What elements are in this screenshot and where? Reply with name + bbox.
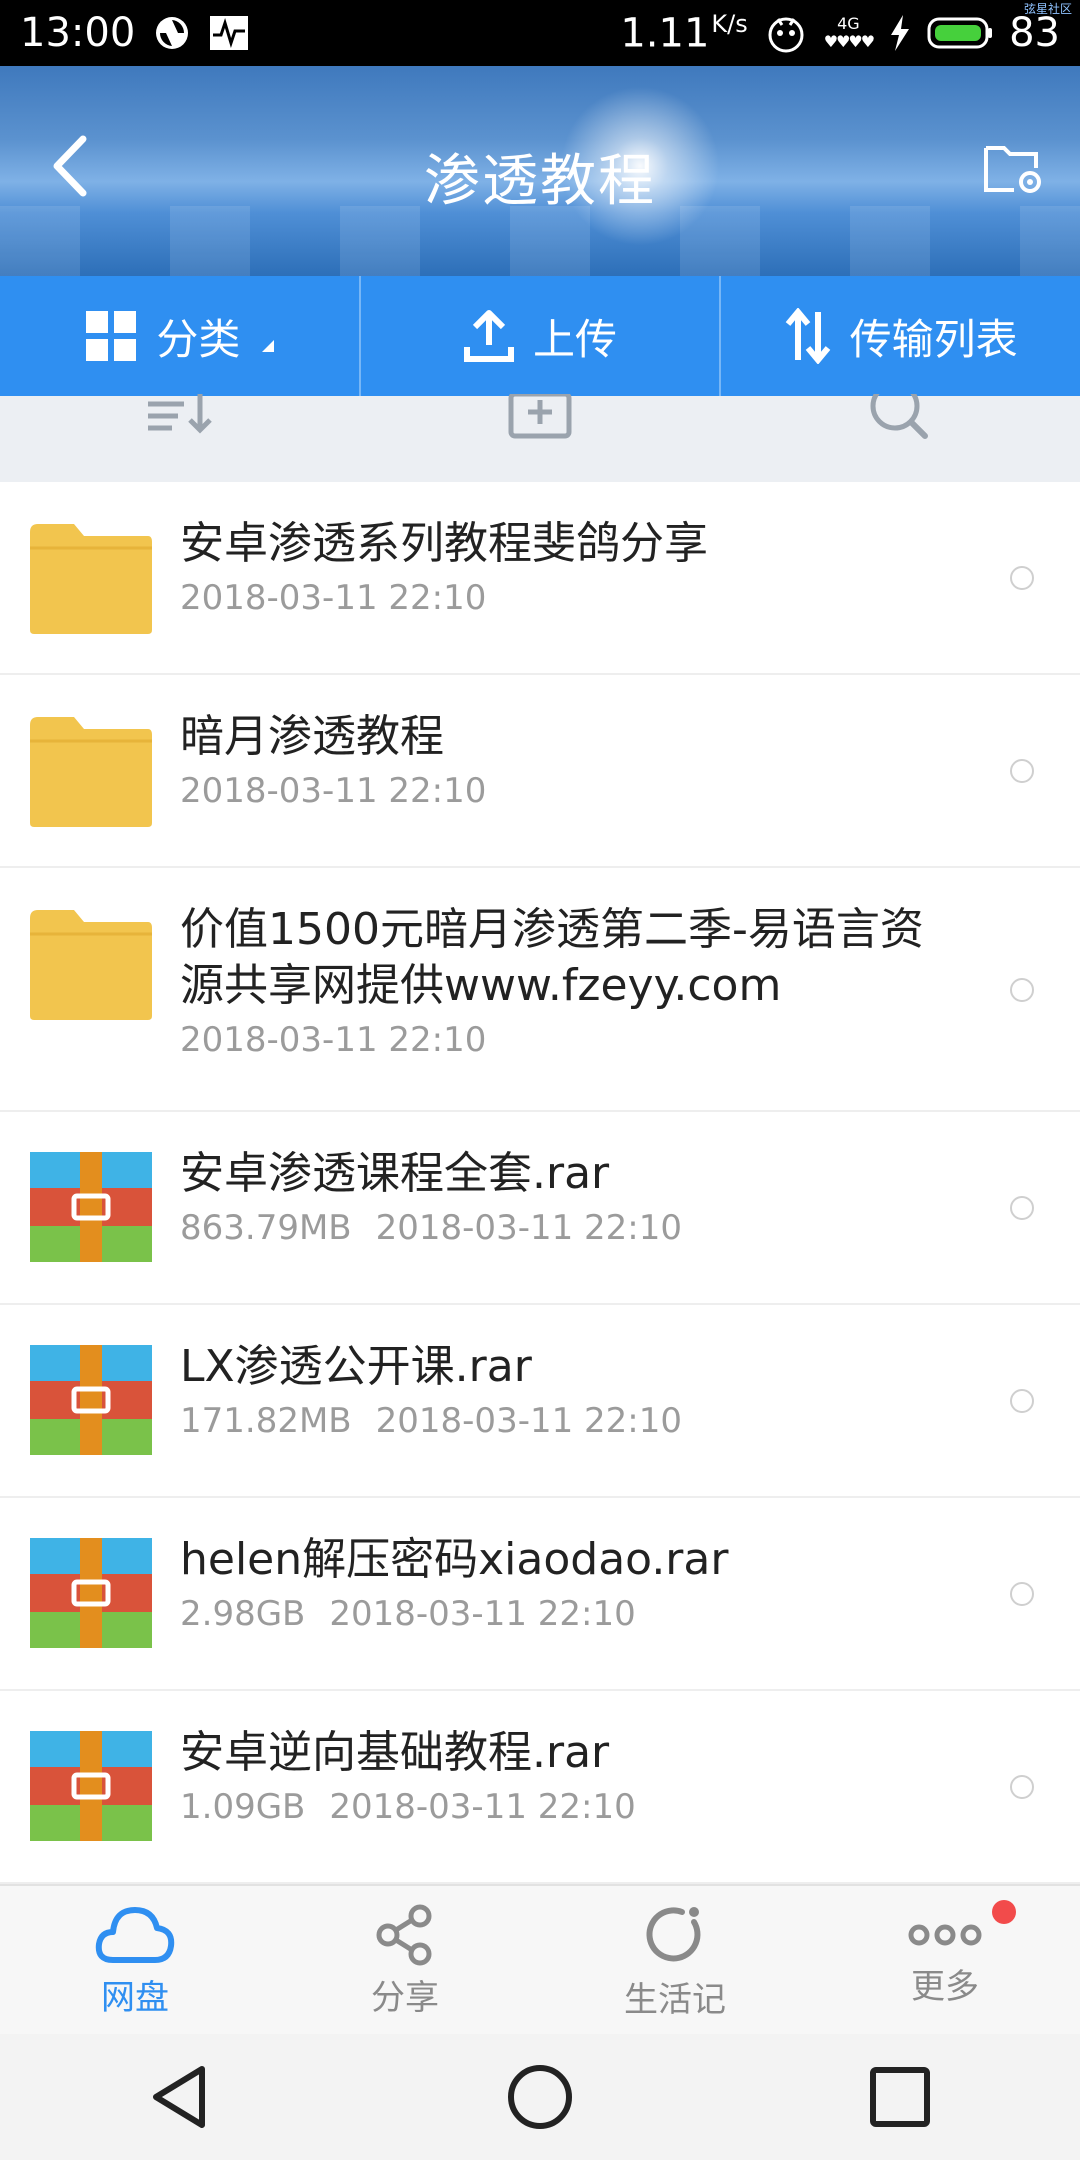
file-meta: 863.79MB 2018-03-11 22:10 (180, 1208, 683, 1248)
file-name: 暗月渗透教程 (180, 711, 444, 762)
nav-item-share[interactable]: 分享 (270, 1886, 540, 2036)
nav-label-share: 分享 (371, 1977, 439, 2018)
file-name: LX渗透公开课.rar (180, 1341, 532, 1392)
upload-icon (464, 310, 514, 362)
nav-item-more[interactable]: 更多 (810, 1886, 1080, 2036)
select-radio[interactable] (1010, 1389, 1034, 1413)
notification-dot (992, 1900, 1016, 1924)
transfer-arrows-icon (785, 308, 830, 364)
select-radio[interactable] (1010, 566, 1034, 590)
nav-item-disk[interactable]: 网盘 (0, 1886, 270, 2036)
nav-label-life: 生活记 (624, 1979, 726, 2020)
upload-label: 上传 (533, 314, 618, 364)
list-item[interactable]: LX渗透公开课.rar 171.82MB 2018-03-11 22:10 (0, 1305, 1080, 1498)
list-item[interactable]: 价值1500元暗月渗透第二季-易语言资源共享网提供www.fzeyy.com 2… (0, 868, 1080, 1112)
file-name: 安卓逆向基础教程.rar (180, 1727, 610, 1778)
battery-icon (927, 16, 993, 50)
search-button[interactable] (720, 394, 1080, 482)
watermark-note: 弦星社区 (1023, 2, 1072, 16)
select-radio[interactable] (1010, 1196, 1034, 1220)
dropdown-corner-icon (262, 340, 275, 352)
activity-icon (209, 15, 249, 51)
list-item[interactable]: 安卓逆向基础教程.rar 1.09GB 2018-03-11 22:10 (0, 1691, 1080, 1884)
life-record-icon (646, 1906, 701, 1961)
file-meta: 2.98GB 2018-03-11 22:10 (180, 1594, 636, 1634)
file-meta: 2018-03-11 22:10 (180, 578, 487, 618)
list-item[interactable]: 安卓渗透系列教程斐鸽分享 2018-03-11 22:10 (0, 482, 1080, 675)
select-radio[interactable] (1010, 1775, 1034, 1799)
folder-settings-icon (984, 146, 1041, 193)
sort-button[interactable] (0, 394, 360, 482)
share-icon (376, 1904, 432, 1965)
tools-row (0, 394, 1080, 482)
select-radio[interactable] (1010, 978, 1034, 1002)
pet-icon (764, 11, 808, 55)
transfer-list-label: 传输列表 (849, 314, 1018, 364)
page-title: 渗透教程 (424, 149, 656, 214)
select-radio[interactable] (1010, 759, 1034, 783)
category-button[interactable]: 分类 (0, 276, 359, 396)
file-name: 价值1500元暗月渗透第二季-易语言资源共享网提供www.fzeyy.com (180, 904, 924, 1011)
file-meta: 2018-03-11 22:10 (180, 771, 487, 811)
rar-archive-icon (30, 1152, 152, 1266)
list-item[interactable]: 暗月渗透教程 2018-03-11 22:10 (0, 675, 1080, 868)
action-bar: 分类 上传 传输列表 (0, 276, 1080, 396)
list-item[interactable]: 安卓渗透课程全套.rar 863.79MB 2018-03-11 22:10 (0, 1112, 1080, 1305)
file-meta: 2018-03-11 22:10 (180, 1020, 487, 1060)
cloud-icon (95, 1906, 175, 1963)
triangle-back-icon (153, 2066, 205, 2128)
status-bar: 13:00 1.11K/s 4G ♥♥♥♥ 83 弦星社区 (0, 0, 1080, 66)
list-item[interactable]: helen解压密码xiaodao.rar 2.98GB 2018-03-11 22… (0, 1498, 1080, 1691)
charging-icon (889, 14, 911, 51)
nav-label-disk: 网盘 (101, 1977, 169, 2018)
system-recents-button[interactable] (850, 2047, 950, 2147)
search-icon (870, 394, 928, 439)
new-folder-button[interactable] (360, 394, 720, 482)
nav-label-more: 更多 (911, 1966, 979, 2007)
file-name: 安卓渗透系列教程斐鸽分享 (180, 518, 708, 569)
rar-archive-icon (30, 1731, 152, 1845)
net-speed: 1.11K/s (620, 9, 748, 57)
sync-icon (153, 14, 191, 52)
circle-home-icon (508, 2065, 572, 2129)
system-home-button[interactable] (490, 2047, 590, 2147)
file-name: helen解压密码xiaodao.rar (180, 1534, 729, 1585)
sort-icon (148, 394, 212, 434)
header: 渗透教程 (0, 66, 1080, 276)
upload-button[interactable]: 上传 (358, 276, 720, 396)
square-recents-icon (870, 2067, 930, 2127)
rar-archive-icon (30, 1538, 152, 1652)
folder-icon (30, 910, 152, 1024)
select-radio[interactable] (1010, 1582, 1034, 1606)
file-name: 安卓渗透课程全套.rar (180, 1148, 610, 1199)
rar-archive-icon (30, 1345, 152, 1459)
category-label: 分类 (156, 314, 241, 364)
nav-item-life[interactable]: 生活记 (540, 1886, 810, 2036)
status-time: 13:00 (20, 10, 136, 56)
folder-settings-button[interactable] (974, 128, 1054, 208)
file-list: 安卓渗透系列教程斐鸽分享 2018-03-11 22:10 暗月渗透教程 201… (0, 482, 1080, 1884)
system-back-button[interactable] (130, 2047, 230, 2147)
transfer-list-button[interactable]: 传输列表 (719, 276, 1080, 396)
grid-icon (86, 311, 137, 361)
folder-icon (30, 717, 152, 831)
signal-icon: 4G ♥♥♥♥ (823, 13, 875, 51)
file-meta: 1.09GB 2018-03-11 22:10 (180, 1787, 636, 1827)
new-folder-icon (508, 394, 572, 439)
system-nav-bar (0, 2034, 1080, 2160)
more-dots-icon (908, 1924, 982, 1945)
bottom-nav: 网盘 分享 生活记 更多 (0, 1884, 1080, 2036)
folder-icon (30, 524, 152, 638)
file-meta: 171.82MB 2018-03-11 22:10 (180, 1401, 683, 1441)
